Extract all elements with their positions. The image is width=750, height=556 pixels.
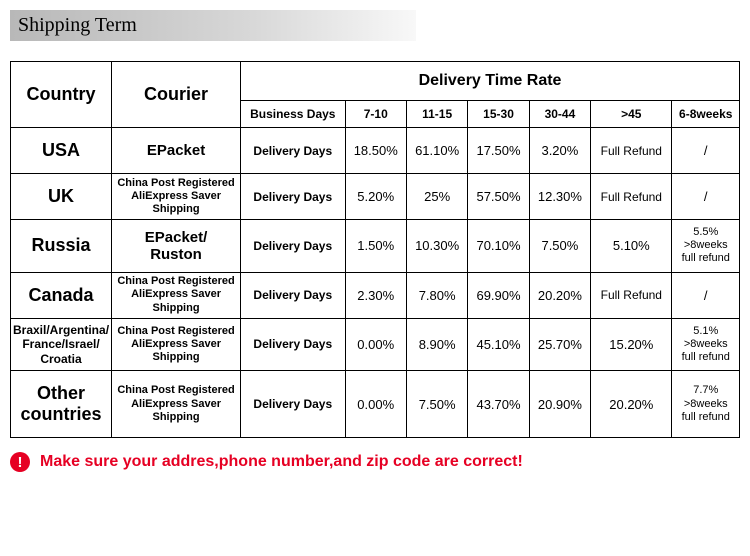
data-cell: 0.00% (345, 371, 406, 438)
table-row: CanadaChina Post Registered AliExpress S… (11, 272, 740, 318)
data-cell: 7.50% (529, 220, 590, 273)
data-cell: 5.1% >8weeks full refund (672, 318, 740, 371)
data-cell: 45.10% (468, 318, 529, 371)
data-cell: 12.30% (529, 174, 590, 220)
data-cell: 7.7% >8weeks full refund (672, 371, 740, 438)
data-cell: 57.50% (468, 174, 529, 220)
courier-cell: China Post Registered AliExpress Saver S… (112, 318, 241, 371)
table-row: USAEPacketDelivery Days18.50%61.10%17.50… (11, 128, 740, 174)
data-cell: 1.50% (345, 220, 406, 273)
data-cell: 25% (406, 174, 467, 220)
data-cell: 20.20% (591, 371, 672, 438)
label-cell: Delivery Days (241, 272, 346, 318)
warning-icon: ! (10, 452, 30, 472)
country-cell: Canada (11, 272, 112, 318)
courier-cell: China Post Registered AliExpress Saver S… (112, 371, 241, 438)
data-cell: 7.80% (406, 272, 467, 318)
label-cell: Delivery Days (241, 371, 346, 438)
data-cell: / (672, 128, 740, 174)
subheader-2: 11-15 (406, 101, 467, 128)
data-cell: 5.5% >8weeks full refund (672, 220, 740, 273)
label-cell: Delivery Days (241, 128, 346, 174)
data-cell: / (672, 174, 740, 220)
table-row: UKChina Post Registered AliExpress Saver… (11, 174, 740, 220)
subheader-1: 7-10 (345, 101, 406, 128)
data-cell: Full Refund (591, 272, 672, 318)
data-cell: 69.90% (468, 272, 529, 318)
data-cell: 5.10% (591, 220, 672, 273)
data-cell: 15.20% (591, 318, 672, 371)
data-cell: 3.20% (529, 128, 590, 174)
table-row: Braxil/Argentina/ France/Israel/ Croatia… (11, 318, 740, 371)
courier-cell: China Post Registered AliExpress Saver S… (112, 174, 241, 220)
data-cell: 43.70% (468, 371, 529, 438)
label-cell: Delivery Days (241, 220, 346, 273)
country-cell: Other countries (11, 371, 112, 438)
data-cell: Full Refund (591, 174, 672, 220)
courier-cell: EPacket/ Ruston (112, 220, 241, 273)
data-cell: Full Refund (591, 128, 672, 174)
label-cell: Delivery Days (241, 174, 346, 220)
subheader-3: 15-30 (468, 101, 529, 128)
data-cell: 2.30% (345, 272, 406, 318)
data-cell: 5.20% (345, 174, 406, 220)
data-cell: 7.50% (406, 371, 467, 438)
label-cell: Delivery Days (241, 318, 346, 371)
header-country: Country (11, 62, 112, 128)
data-cell: / (672, 272, 740, 318)
country-cell: Braxil/Argentina/ France/Israel/ Croatia (11, 318, 112, 371)
warning-text: Make sure your addres,phone number,and z… (40, 453, 523, 471)
header-courier: Courier (112, 62, 241, 128)
data-cell: 17.50% (468, 128, 529, 174)
data-cell: 70.10% (468, 220, 529, 273)
section-header: Shipping Term (10, 10, 416, 41)
country-cell: USA (11, 128, 112, 174)
header-delivery: Delivery Time Rate (241, 62, 740, 101)
courier-cell: EPacket (112, 128, 241, 174)
country-cell: UK (11, 174, 112, 220)
country-cell: Russia (11, 220, 112, 273)
data-cell: 61.10% (406, 128, 467, 174)
data-cell: 20.90% (529, 371, 590, 438)
data-cell: 18.50% (345, 128, 406, 174)
subheader-4: 30-44 (529, 101, 590, 128)
shipping-table: Country Courier Delivery Time Rate Busin… (10, 61, 740, 438)
warning-row: ! Make sure your addres,phone number,and… (10, 452, 740, 472)
subheader-5: >45 (591, 101, 672, 128)
data-cell: 0.00% (345, 318, 406, 371)
data-cell: 10.30% (406, 220, 467, 273)
data-cell: 20.20% (529, 272, 590, 318)
subheader-0: Business Days (241, 101, 346, 128)
table-row: Other countriesChina Post Registered Ali… (11, 371, 740, 438)
subheader-6: 6-8weeks (672, 101, 740, 128)
table-row: RussiaEPacket/ RustonDelivery Days1.50%1… (11, 220, 740, 273)
courier-cell: China Post Registered AliExpress Saver S… (112, 272, 241, 318)
data-cell: 8.90% (406, 318, 467, 371)
data-cell: 25.70% (529, 318, 590, 371)
